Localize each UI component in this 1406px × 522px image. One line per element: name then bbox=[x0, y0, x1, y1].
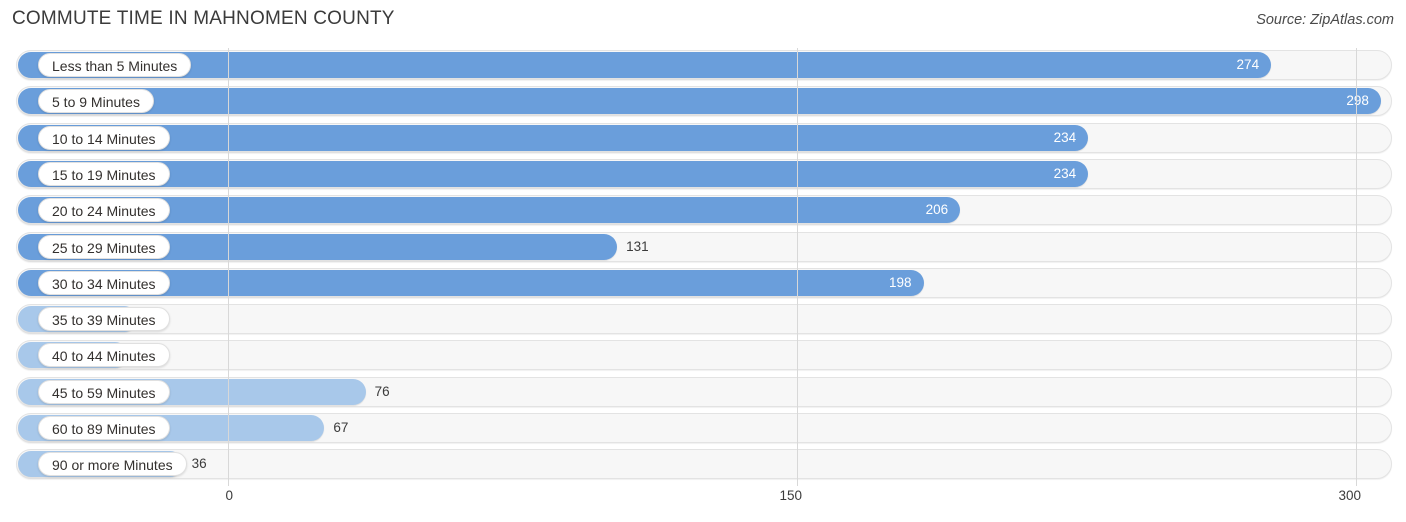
bar-value-label: 206 bbox=[925, 202, 949, 218]
bar-row[interactable]: 234 15 to 19 Minutes bbox=[16, 158, 1392, 189]
x-axis-tick-label: 0 bbox=[225, 488, 233, 503]
bar-fill: 234 bbox=[18, 124, 1089, 151]
bar-value-label: 76 bbox=[374, 383, 390, 399]
bar-row[interactable]: 76 45 to 59 Minutes bbox=[16, 376, 1392, 407]
bar-track bbox=[16, 449, 1392, 480]
bar-fill: 298 bbox=[18, 88, 1381, 115]
bar-row[interactable]: 67 60 to 89 Minutes bbox=[16, 413, 1392, 443]
bar-value-label: 198 bbox=[888, 274, 912, 290]
chart-page: COMMUTE TIME IN MAHNOMEN COUNTY Source: … bbox=[0, 0, 1406, 522]
bar-category-label: Less than 5 Minutes bbox=[38, 53, 192, 77]
bar-track bbox=[16, 304, 1392, 335]
bar-category-label: 90 or more Minutes bbox=[38, 452, 187, 477]
bar-category-label: 60 to 89 Minutes bbox=[38, 416, 170, 440]
gridline bbox=[228, 48, 229, 486]
bar-row[interactable]: 274 Less than 5 Minutes bbox=[16, 50, 1392, 80]
gridline bbox=[797, 48, 798, 486]
bar-category-label: 5 to 9 Minutes bbox=[38, 89, 154, 114]
bar-value-label: 36 bbox=[191, 456, 207, 472]
bar-value-label: 234 bbox=[1053, 165, 1077, 181]
bar-category-label: 10 to 14 Minutes bbox=[38, 125, 170, 150]
bar-category-label: 40 to 44 Minutes bbox=[38, 343, 170, 368]
bar-category-label: 45 to 59 Minutes bbox=[38, 379, 170, 404]
bar-value-label: 234 bbox=[1053, 129, 1077, 145]
bar-value-label: 274 bbox=[1236, 57, 1260, 72]
bar-category-label: 25 to 29 Minutes bbox=[38, 234, 170, 259]
bar-row[interactable]: 2635 to 39 Minutes bbox=[16, 304, 1392, 335]
source-attribution: Source: ZipAtlas.com bbox=[1256, 12, 1394, 28]
bar-category-label: 15 to 19 Minutes bbox=[38, 161, 170, 186]
x-axis-tick-label: 300 bbox=[1338, 488, 1361, 503]
page-title: COMMUTE TIME IN MAHNOMEN COUNTY bbox=[12, 8, 395, 29]
bar-value-label: 67 bbox=[333, 420, 349, 435]
bar-row[interactable]: 131 25 to 29 Minutes bbox=[16, 231, 1392, 262]
bar-track bbox=[16, 340, 1392, 371]
bar-fill: 274 bbox=[18, 52, 1272, 78]
bar-category-label: 35 to 39 Minutes bbox=[38, 307, 170, 332]
bar-category-label: 30 to 34 Minutes bbox=[38, 270, 170, 295]
bar-row[interactable]: 234 10 to 14 Minutes bbox=[16, 122, 1392, 153]
plot-area: 274 Less than 5 Minutes 298 5 to 9 Minutes 2… bbox=[0, 48, 1406, 486]
bar-row[interactable]: 198 30 to 34 Minutes bbox=[16, 267, 1392, 298]
bar-fill: 234 bbox=[18, 160, 1089, 187]
bar-row[interactable]: 206 20 to 24 Minutes bbox=[16, 195, 1392, 226]
bar-row[interactable]: 36 90 or more Minutes bbox=[16, 449, 1392, 480]
bar-value-label: 298 bbox=[1346, 93, 1369, 109]
gridline bbox=[1356, 48, 1357, 486]
bar-row[interactable]: 2440 to 44 Minutes bbox=[16, 340, 1392, 371]
x-axis: 0 150 300 bbox=[0, 486, 1406, 522]
bar-category-label: 20 to 24 Minutes bbox=[38, 198, 170, 223]
bar-row[interactable]: 298 5 to 9 Minutes bbox=[16, 86, 1392, 117]
bar-value-label: 131 bbox=[626, 238, 649, 254]
x-axis-tick-label: 150 bbox=[779, 488, 802, 503]
